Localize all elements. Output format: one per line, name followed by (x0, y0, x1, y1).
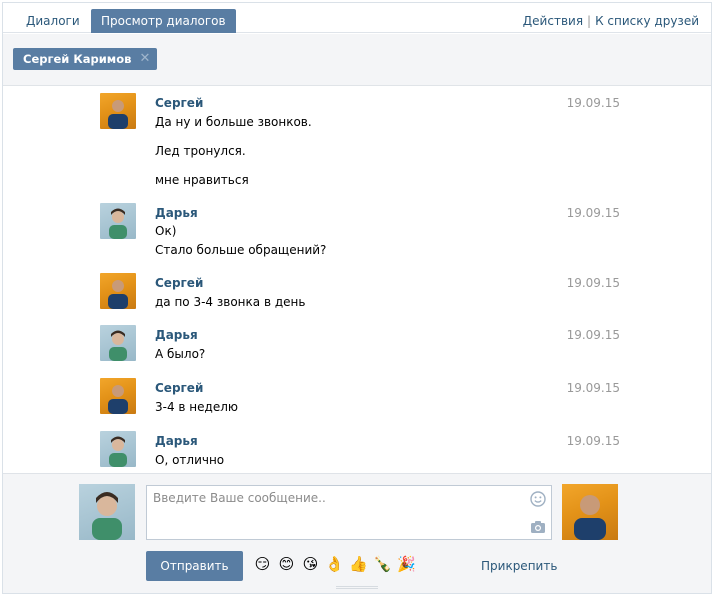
message-text: Да ну и больше звонков. (155, 115, 312, 129)
message-text: О, отлично (155, 453, 225, 467)
resize-handle[interactable] (336, 586, 378, 589)
message-date: 19.09.15 (566, 328, 620, 342)
message-input[interactable] (147, 486, 517, 539)
recipient-name: Сергей Каримов (23, 52, 132, 66)
top-links: Действия | К списку друзей (523, 14, 699, 28)
link-separator: | (587, 14, 592, 28)
message-text: Ок) (155, 224, 177, 238)
message-text: да по 3-4 звонка в день (155, 295, 306, 309)
message-text: Лед тронулся. (155, 144, 246, 158)
smile-emoji-icon[interactable]: 😊 (277, 555, 296, 574)
avatar[interactable] (100, 325, 136, 361)
message-text: А было? (155, 347, 206, 361)
message-item: Сергей 19.09.15 да по 3-4 звонка в день (100, 273, 620, 313)
ok-hand-emoji-icon[interactable]: 👌 (325, 555, 344, 574)
thumbs-up-emoji-icon[interactable]: 👍 (349, 555, 368, 574)
message-item: Сергей 19.09.15 Да ну и больше звонков. … (100, 93, 620, 193)
message-author[interactable]: Сергей (155, 276, 203, 290)
message-date: 19.09.15 (566, 206, 620, 220)
smile-icon[interactable] (530, 491, 546, 507)
dialog-window: Диалоги Просмотр диалогов Действия | К спи… (2, 2, 712, 594)
actions-link[interactable]: Действия (523, 14, 583, 28)
tab-view-dialogs[interactable]: Просмотр диалогов (91, 9, 236, 33)
recipients-bar: Сергей Каримов ✕ (3, 34, 711, 86)
message-author[interactable]: Сергей (155, 381, 203, 395)
message-composer: Отправить 😏 😊 😘 👌 👍 🍾 🎉 Прикрепить (3, 473, 711, 593)
avatar[interactable] (100, 203, 136, 239)
message-history[interactable]: Сергей 19.09.15 Да ну и больше звонков. … (3, 87, 711, 473)
avatar[interactable] (100, 93, 136, 129)
message-author[interactable]: Дарья (155, 328, 198, 342)
message-author[interactable]: Сергей (155, 96, 203, 110)
message-input-box (146, 485, 552, 540)
message-item: Дарья 19.09.15 Ок) Стало больше обращени… (100, 203, 620, 259)
message-text: Стало больше обращений? (155, 243, 327, 257)
attach-link[interactable]: Прикрепить (481, 559, 557, 573)
party-emoji-icon[interactable]: 🎉 (397, 555, 416, 574)
tab-dialogs[interactable]: Диалоги (16, 9, 90, 33)
tab-bar: Диалоги Просмотр диалогов Действия | К спи… (3, 3, 711, 33)
message-date: 19.09.15 (566, 434, 620, 448)
my-avatar[interactable] (79, 484, 135, 540)
peer-avatar[interactable] (562, 484, 618, 540)
avatar[interactable] (100, 273, 136, 309)
message-date: 19.09.15 (566, 96, 620, 110)
kiss-emoji-icon[interactable]: 😘 (301, 555, 320, 574)
camera-icon[interactable] (530, 520, 546, 534)
bottle-emoji-icon[interactable]: 🍾 (373, 555, 392, 574)
recipient-chip[interactable]: Сергей Каримов ✕ (13, 48, 158, 70)
send-button[interactable]: Отправить (146, 551, 243, 581)
message-text: мне нравиться (155, 173, 249, 187)
avatar[interactable] (100, 431, 136, 467)
avatar[interactable] (100, 378, 136, 414)
message-item: Сергей 19.09.15 3-4 в неделю (100, 378, 620, 418)
friends-list-link[interactable]: К списку друзей (595, 14, 699, 28)
message-author[interactable]: Дарья (155, 206, 198, 220)
message-text: 3-4 в неделю (155, 400, 238, 414)
message-item: Дарья 19.09.15 О, отлично (100, 431, 620, 471)
message-item: Дарья 19.09.15 А было? (100, 325, 620, 365)
message-date: 19.09.15 (566, 276, 620, 290)
message-author[interactable]: Дарья (155, 434, 198, 448)
smirk-emoji-icon[interactable]: 😏 (253, 555, 272, 574)
close-icon[interactable]: ✕ (139, 48, 150, 70)
message-date: 19.09.15 (566, 381, 620, 395)
